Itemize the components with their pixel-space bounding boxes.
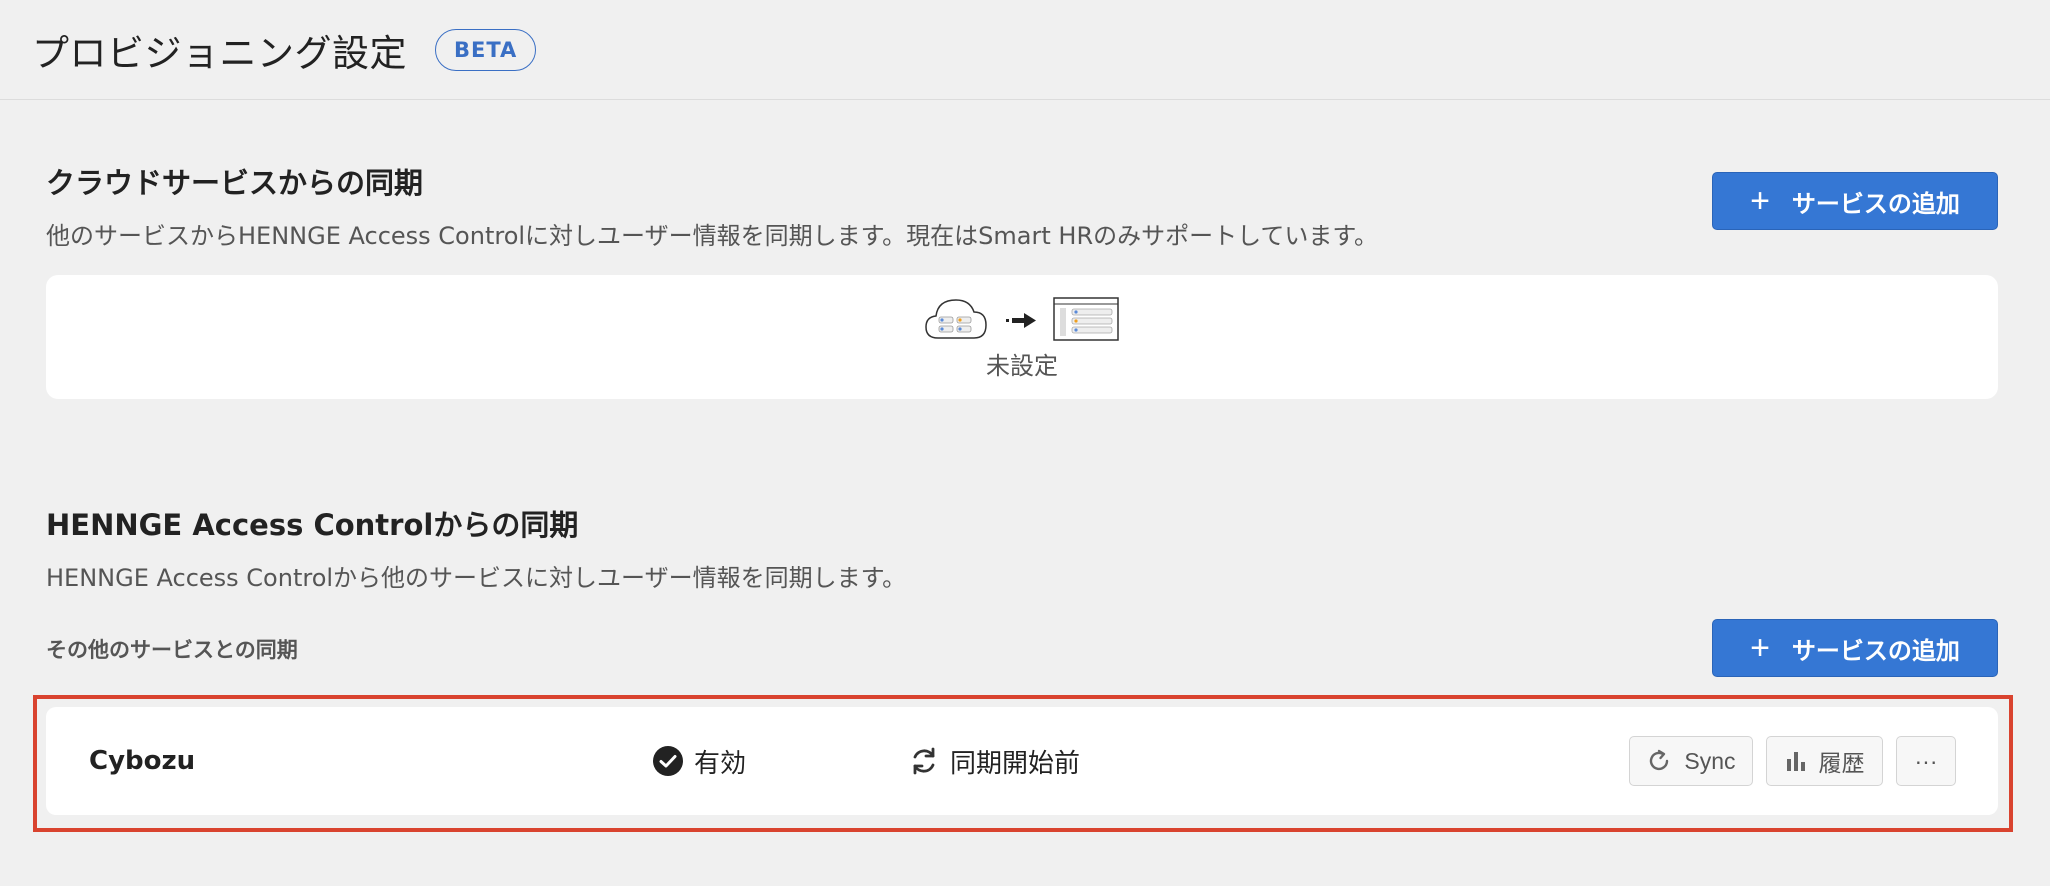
page-title: プロビジョニング設定 (32, 31, 407, 75)
beta-badge: BETA (435, 28, 537, 71)
sync-status: 同期開始前 (908, 743, 1080, 780)
service-row: Cybozu 有効 同期開始前 Sync 履歴 ··· (46, 707, 1998, 815)
cloud-sync-description: 他のサービスからHENNGE Access Controlに対しユーザー情報を同… (46, 222, 1378, 250)
plus-icon: + (1750, 629, 1770, 667)
hac-sync-description: HENNGE Access Controlから他のサービスに対しユーザー情報を同… (46, 564, 907, 592)
status-label: 有効 (694, 748, 747, 779)
other-services-label: その他のサービスとの同期 (46, 638, 298, 662)
add-service-label: サービスの追加 (1791, 190, 1960, 218)
sync-status-label: 同期開始前 (950, 748, 1081, 779)
sync-icon (913, 747, 935, 775)
sync-button-label: Sync (1684, 747, 1736, 774)
more-options-button[interactable]: ··· (1896, 736, 1956, 786)
refresh-icon (1650, 749, 1669, 771)
enabled-status: 有効 (652, 743, 746, 780)
add-service-label: サービスの追加 (1791, 637, 1960, 665)
hac-sync-title: HENNGE Access Controlからの同期 (46, 508, 579, 542)
history-button-label: 履歴 (1818, 750, 1865, 776)
cloud-sync-empty-card: 未設定 (46, 275, 1998, 399)
hac-add-service-button[interactable]: + サービスの追加 (1712, 619, 1998, 677)
history-button[interactable]: 履歴 (1766, 736, 1883, 786)
row-actions: Sync 履歴 ··· (1629, 736, 1956, 786)
more-icon: ··· (1914, 747, 1938, 774)
empty-state-label: 未設定 (986, 351, 1058, 380)
bar-chart-icon (1786, 752, 1805, 771)
cloud-sync-title: クラウドサービスからの同期 (46, 166, 424, 200)
check-circle-icon (653, 746, 683, 776)
cloud-to-app-illustration (925, 296, 1119, 341)
plus-icon: + (1750, 182, 1770, 220)
service-name: Cybozu (89, 746, 196, 776)
cloud-add-service-button[interactable]: + サービスの追加 (1712, 172, 1998, 230)
hac-sync-section: HENNGE Access Controlからの同期 HENNGE Access… (46, 502, 1998, 593)
cloud-sync-section: クラウドサービスからの同期 他のサービスからHENNGE Access Cont… (46, 160, 1998, 251)
page-header: プロビジョニング設定 BETA (0, 0, 2050, 100)
sync-button[interactable]: Sync (1629, 736, 1753, 786)
